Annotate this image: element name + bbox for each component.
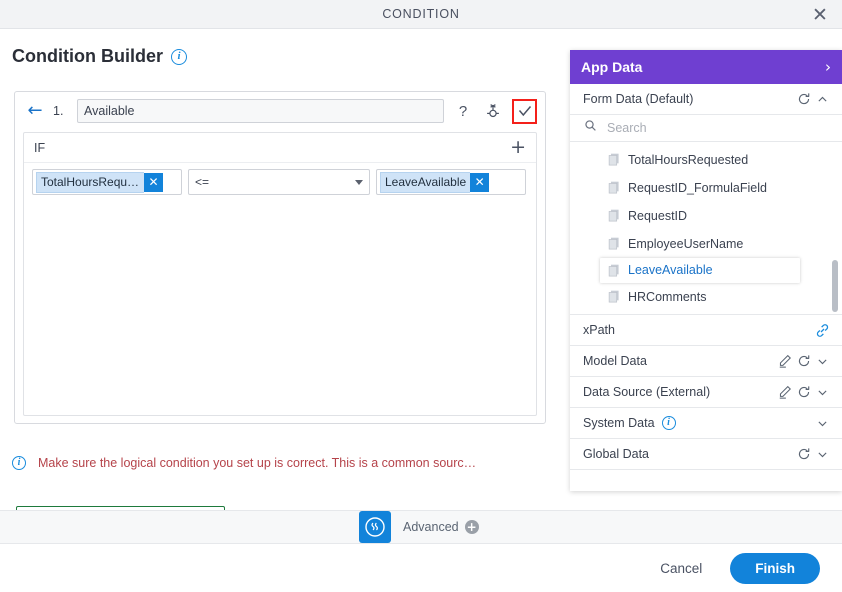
right-operand-label: LeaveAvailable	[380, 171, 471, 193]
if-block: IF + TotalHoursReque… ✕ <= LeaveAvailabl…	[23, 132, 537, 416]
right-operand-remove-icon[interactable]: ✕	[470, 172, 490, 192]
section-label: System Data i	[583, 416, 813, 430]
list-item-selected[interactable]: LeaveAvailable	[600, 258, 800, 283]
search-input[interactable]	[605, 120, 832, 136]
list-item-label: RequestID	[628, 208, 688, 223]
link-icon[interactable]	[813, 321, 832, 340]
right-operand-token: LeaveAvailable ✕	[380, 171, 490, 193]
refresh-icon[interactable]	[794, 445, 813, 464]
section-global-data[interactable]: Global Data	[570, 439, 842, 470]
close-icon[interactable]: ✕	[808, 3, 832, 27]
condition-row: TotalHoursReque… ✕ <= LeaveAvailable ✕	[24, 163, 536, 195]
list-item-label: HRComments	[628, 289, 707, 304]
list-item[interactable]: RequestID	[570, 202, 842, 230]
section-label: Global Data	[583, 447, 650, 461]
advanced-label[interactable]: Advanced +	[403, 520, 479, 534]
right-operand-field[interactable]: LeaveAvailable ✕	[376, 169, 526, 195]
section-label-text: System Data	[583, 416, 655, 430]
form-data-label: Form Data (Default)	[583, 92, 694, 106]
left-operand-field[interactable]: TotalHoursReque… ✕	[32, 169, 182, 195]
condition-index: 1.	[53, 104, 64, 118]
add-advanced-icon[interactable]: +	[464, 520, 479, 534]
info-icon[interactable]: i	[12, 456, 26, 470]
form-data-tree: TotalHoursRequested RequestID_FormulaFie…	[570, 142, 842, 315]
app-data-panel: App Data › Form Data (Default) Search To…	[570, 50, 842, 491]
refresh-icon[interactable]	[794, 383, 813, 402]
if-header: IF +	[24, 133, 536, 163]
chevron-up-icon[interactable]	[813, 90, 832, 109]
list-item-label: EmployeeUserName	[628, 236, 744, 251]
dialog-title: CONDITION	[382, 7, 460, 21]
condition-dialog: CONDITION ✕ Condition Builder i ← 1. ?	[0, 0, 842, 592]
dialog-titlebar: CONDITION ✕	[0, 0, 842, 29]
chevron-right-icon[interactable]: ›	[825, 59, 831, 75]
if-label: IF	[34, 140, 46, 155]
validate-button[interactable]	[512, 98, 537, 124]
chevron-down-icon[interactable]	[355, 179, 363, 185]
xpath-row[interactable]: xPath	[570, 315, 842, 346]
check-icon	[518, 106, 531, 117]
document-icon	[608, 209, 621, 223]
builder-box: ← 1. ?	[14, 91, 546, 424]
chevron-down-icon[interactable]	[813, 445, 832, 464]
document-icon	[608, 237, 621, 251]
section-system-data[interactable]: System Data i	[570, 408, 842, 439]
xpath-label: xPath	[583, 323, 615, 337]
tree-scrollbar[interactable]	[832, 260, 838, 312]
list-item-label: TotalHoursRequested	[628, 152, 749, 167]
cancel-button[interactable]: Cancel	[654, 560, 708, 577]
section-model-data[interactable]: Model Data	[570, 346, 842, 377]
refresh-icon[interactable]	[794, 352, 813, 371]
left-operand-label: TotalHoursReque…	[36, 171, 144, 193]
form-data-section-header[interactable]: Form Data (Default)	[570, 84, 842, 115]
app-data-title: App Data	[581, 59, 643, 75]
advanced-label-text: Advanced	[403, 520, 459, 534]
chevron-down-icon[interactable]	[813, 414, 832, 433]
list-item[interactable]: HRComments	[570, 283, 842, 311]
search-icon	[584, 119, 597, 137]
info-icon[interactable]: i	[661, 416, 676, 430]
left-operand-remove-icon[interactable]: ✕	[144, 172, 163, 192]
section-label: Data Source (External)	[583, 385, 711, 399]
refresh-icon[interactable]	[794, 90, 813, 109]
finish-button[interactable]: Finish	[730, 552, 820, 584]
list-item[interactable]: EmployeeUserName	[570, 230, 842, 258]
operator-label: <=	[195, 175, 210, 189]
operator-select[interactable]: <=	[188, 169, 370, 195]
dialog-footer: Cancel Finish	[0, 544, 842, 592]
app-data-header: App Data ›	[570, 50, 842, 84]
advanced-bar: Advanced +	[0, 510, 842, 544]
document-icon	[608, 290, 621, 304]
list-item-label: RequestID_FormulaField	[628, 180, 767, 195]
bug-icon[interactable]	[482, 100, 504, 122]
builder-header: ← 1. ?	[15, 92, 545, 130]
document-icon	[608, 181, 621, 195]
search-row[interactable]	[570, 115, 842, 142]
back-arrow-icon[interactable]: ←	[25, 102, 45, 120]
page-title: Condition Builder	[12, 46, 163, 66]
list-item[interactable]: TotalHoursRequested	[570, 146, 842, 174]
list-item-label: LeaveAvailable	[628, 263, 713, 278]
document-icon	[608, 264, 621, 278]
pencil-icon[interactable]	[775, 383, 794, 402]
section-label: Model Data	[583, 354, 647, 368]
condition-name-input[interactable]	[77, 99, 444, 123]
add-condition-button[interactable]: +	[508, 138, 528, 157]
document-icon	[608, 153, 621, 167]
chevron-down-icon[interactable]	[813, 352, 832, 371]
warning-row: i Make sure the logical condition you se…	[12, 456, 552, 470]
help-icon[interactable]: ?	[452, 100, 474, 122]
condition-builder-pane: Condition Builder i ← 1. ?	[0, 29, 565, 533]
section-data-source-external[interactable]: Data Source (External)	[570, 377, 842, 408]
list-item[interactable]: RequestID_FormulaField	[570, 174, 842, 202]
chevron-down-icon[interactable]	[813, 383, 832, 402]
pencil-icon[interactable]	[775, 352, 794, 371]
info-icon[interactable]: i	[170, 48, 187, 65]
warning-message: Make sure the logical condition you set …	[38, 456, 477, 470]
page-title-row: Condition Builder i	[12, 46, 187, 67]
left-operand-token: TotalHoursReque… ✕	[36, 171, 163, 193]
flow-logo-icon[interactable]	[359, 511, 391, 543]
